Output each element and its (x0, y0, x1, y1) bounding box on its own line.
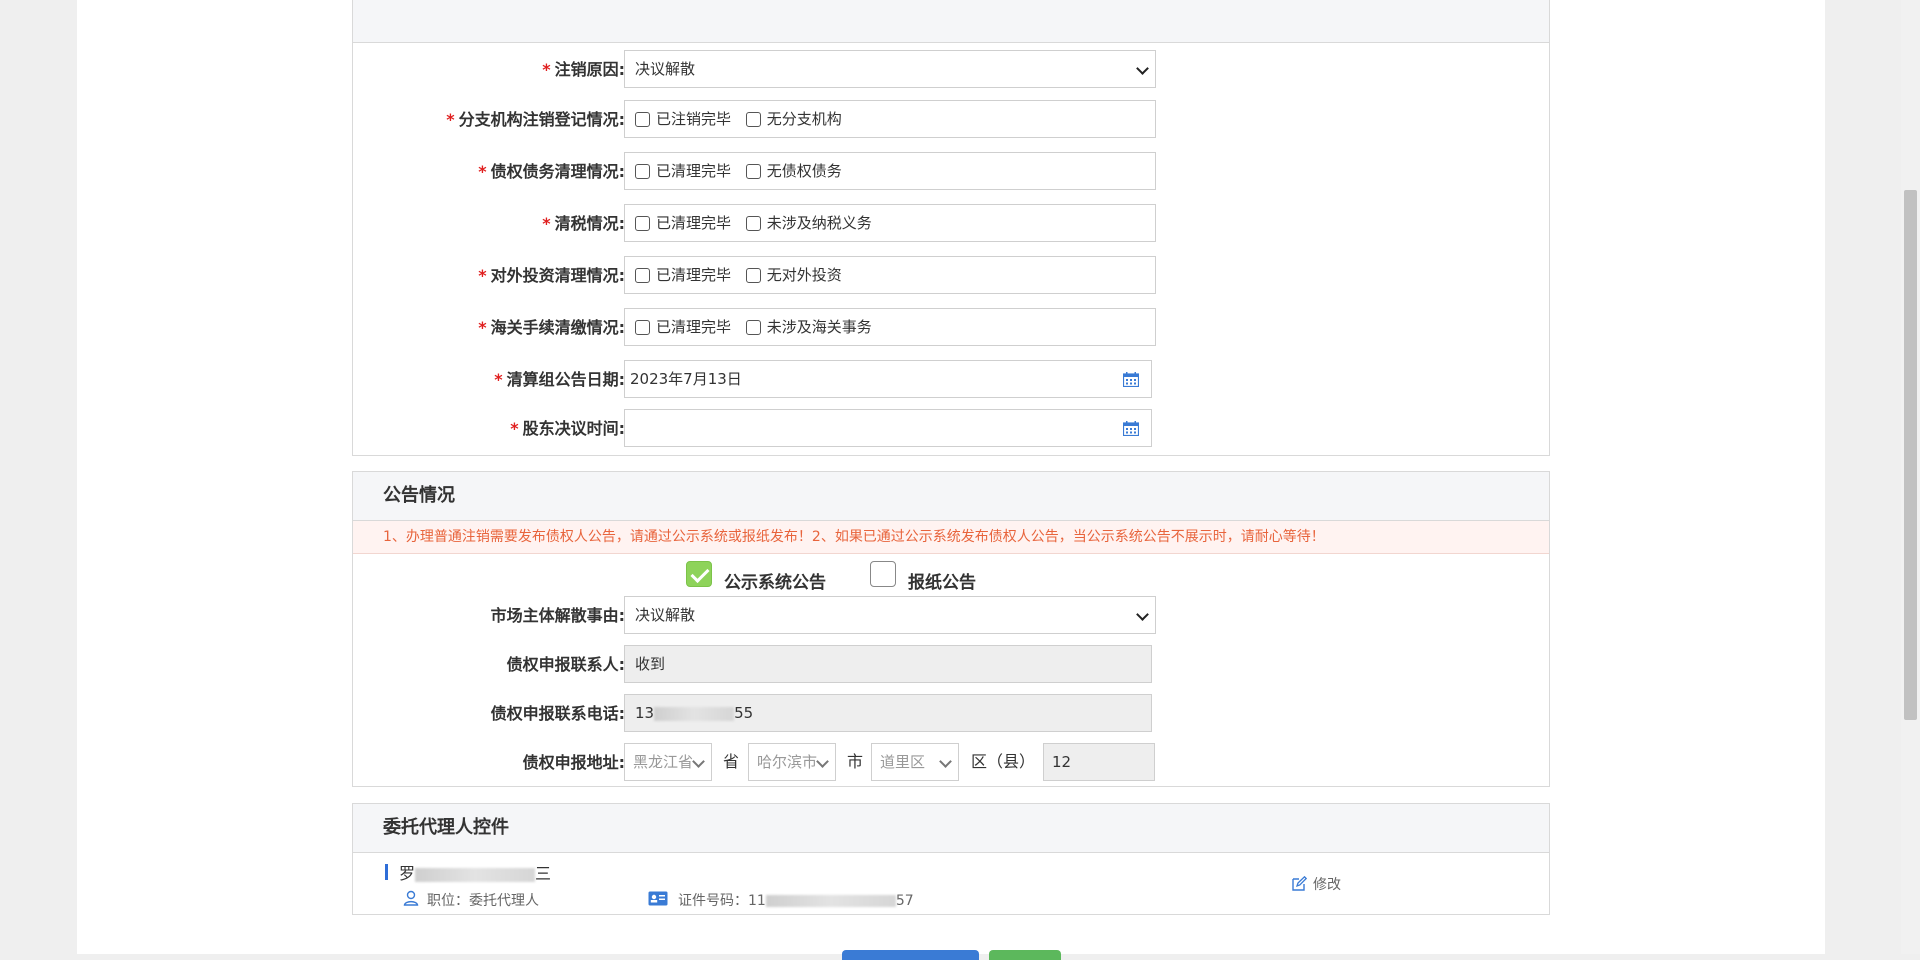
chevron-down-icon (1136, 608, 1149, 621)
reason-label: * 注销原因: (542, 60, 625, 79)
city-unit: 市 (847, 752, 864, 771)
newspaper-announcement-label: 报纸公告 (908, 573, 976, 593)
chevron-down-icon (1136, 62, 1149, 75)
row-resolution-time: * 股东决议时间: (353, 409, 1549, 449)
row-tax: * 清税情况: 已清理完毕 未涉及纳税义务 (353, 204, 1549, 244)
row-address: 债权申报地址: 黑龙江省 省 哈尔滨市 市 道里区 区（县） 12 (353, 743, 1549, 783)
customs-option-done[interactable]: 已清理完毕 (635, 309, 731, 345)
checkbox[interactable] (745, 320, 761, 335)
district-select[interactable]: 道里区 (871, 743, 959, 781)
branch-option-none[interactable]: 无分支机构 (745, 101, 842, 137)
city-select[interactable]: 哈尔滨市 (748, 743, 836, 781)
checkbox[interactable] (745, 112, 761, 127)
chevron-down-icon (692, 755, 705, 768)
tax-option-done[interactable]: 已清理完毕 (635, 205, 731, 241)
investment-label: * 对外投资清理情况: (478, 266, 625, 285)
debt-checkbox-group: 已清理完毕 无债权债务 (624, 152, 1156, 190)
customs-option-none[interactable]: 未涉及海关事务 (745, 309, 872, 345)
agent-id-number: 证件号码：11 57 (678, 893, 914, 909)
branch-label: * 分支机构注销登记情况: (446, 110, 625, 129)
debt-label: * 债权债务清理情况: (478, 162, 625, 181)
announcement-title: 公告情况 (353, 472, 1549, 521)
tax-option-none[interactable]: 未涉及纳税义务 (745, 205, 872, 241)
system-announcement-checkbox[interactable] (686, 561, 712, 587)
district-unit: 区（县） (971, 752, 1036, 771)
checkbox[interactable] (745, 268, 761, 283)
dissolution-select[interactable]: 决议解散 (624, 596, 1156, 634)
checkbox[interactable] (745, 216, 761, 231)
agent-position: 职位：委托代理人 (427, 893, 539, 909)
redacted-phone (654, 706, 735, 721)
secondary-action-button[interactable] (989, 950, 1061, 960)
contact-label: 债权申报联系人: (506, 655, 625, 674)
redacted-name (415, 867, 536, 882)
dissolution-label: 市场主体解散事由: (490, 606, 625, 625)
address-detail-input[interactable]: 12 (1043, 743, 1155, 781)
panel-header-strip (353, 0, 1549, 43)
calendar-icon[interactable] (1123, 372, 1139, 387)
resolution-time-label: * 股东决议时间: (510, 419, 625, 438)
phone-label: 债权申报联系电话: (490, 704, 625, 723)
redacted-id (765, 895, 896, 907)
agent-title: 委托代理人控件 (353, 804, 1549, 853)
investment-option-done[interactable]: 已清理完毕 (635, 257, 731, 293)
debt-option-done[interactable]: 已清理完毕 (635, 153, 731, 189)
debt-option-none[interactable]: 无债权债务 (745, 153, 842, 189)
customs-checkbox-group: 已清理完毕 未涉及海关事务 (624, 308, 1156, 346)
checkbox[interactable] (745, 164, 761, 179)
checkbox[interactable] (635, 112, 650, 127)
chevron-down-icon (816, 755, 829, 768)
checkbox[interactable] (635, 164, 650, 179)
tax-checkbox-group: 已清理完毕 未涉及纳税义务 (624, 204, 1156, 242)
branch-option-done[interactable]: 已注销完毕 (635, 101, 731, 137)
checkbox[interactable] (635, 268, 650, 283)
user-icon (403, 890, 419, 906)
checkbox[interactable] (635, 320, 650, 335)
newspaper-announcement-checkbox[interactable] (870, 561, 896, 587)
system-announcement-label: 公示系统公告 (724, 573, 826, 593)
row-notice-date: * 清算组公告日期: 2023年7月13日 (353, 360, 1549, 400)
scrollbar-thumb[interactable] (1904, 190, 1917, 720)
notice-date-label: * 清算组公告日期: (494, 370, 625, 389)
contact-input[interactable]: 收到 (624, 645, 1152, 683)
address-label: 债权申报地址: (522, 753, 625, 772)
cancellation-panel: * 注销原因: 决议解散 * 分支机构注销登记情况: 已注销完毕 无分支机构 * 债权… (352, 0, 1550, 456)
agent-item: 罗三 职位：委托代理人 证件号码：11 57 修改 (353, 852, 1549, 914)
row-customs: * 海关手续清缴情况: 已清理完毕 未涉及海关事务 (353, 308, 1549, 348)
row-phone: 债权申报联系电话: 13 55 (353, 694, 1549, 734)
announcement-panel: 公告情况 1、办理普通注销需要发布债权人公告，请通过公示系统或报纸发布！2、如果… (352, 471, 1550, 787)
phone-input[interactable]: 13 55 (624, 694, 1152, 732)
investment-checkbox-group: 已清理完毕 无对外投资 (624, 256, 1156, 294)
primary-action-button[interactable] (842, 950, 979, 960)
checkbox[interactable] (635, 216, 650, 231)
row-dissolution: 市场主体解散事由: 决议解散 (353, 596, 1549, 636)
agent-edit-button[interactable]: 修改 (1291, 874, 1341, 894)
row-debt: * 债权债务清理情况: 已清理完毕 无债权债务 (353, 152, 1549, 192)
province-unit: 省 (723, 752, 740, 771)
agent-name: 罗三 (399, 864, 552, 883)
calendar-icon[interactable] (1123, 421, 1139, 436)
id-card-icon (648, 891, 668, 906)
customs-label: * 海关手续清缴情况: (478, 318, 625, 337)
edit-icon (1292, 875, 1308, 891)
announcement-notice: 1、办理普通注销需要发布债权人公告，请通过公示系统或报纸发布！2、如果已通过公示… (353, 521, 1549, 554)
notice-date-input[interactable]: 2023年7月13日 (624, 360, 1152, 398)
resolution-time-input[interactable] (624, 409, 1152, 447)
agent-panel: 委托代理人控件 罗三 职位：委托代理人 证件号码：11 57 修改 (352, 803, 1550, 915)
investment-option-none[interactable]: 无对外投资 (745, 257, 842, 293)
chevron-down-icon (939, 755, 952, 768)
row-investment: * 对外投资清理情况: 已清理完毕 无对外投资 (353, 256, 1549, 296)
reason-select[interactable]: 决议解散 (624, 50, 1156, 88)
agent-accent-bar (385, 864, 388, 880)
row-branch: * 分支机构注销登记情况: 已注销完毕 无分支机构 (353, 100, 1549, 140)
row-reason: * 注销原因: 决议解散 (353, 50, 1549, 90)
province-select[interactable]: 黑龙江省 (624, 743, 712, 781)
tax-label: * 清税情况: (542, 214, 625, 233)
branch-checkbox-group: 已注销完毕 无分支机构 (624, 100, 1156, 138)
row-contact: 债权申报联系人: 收到 (353, 645, 1549, 685)
